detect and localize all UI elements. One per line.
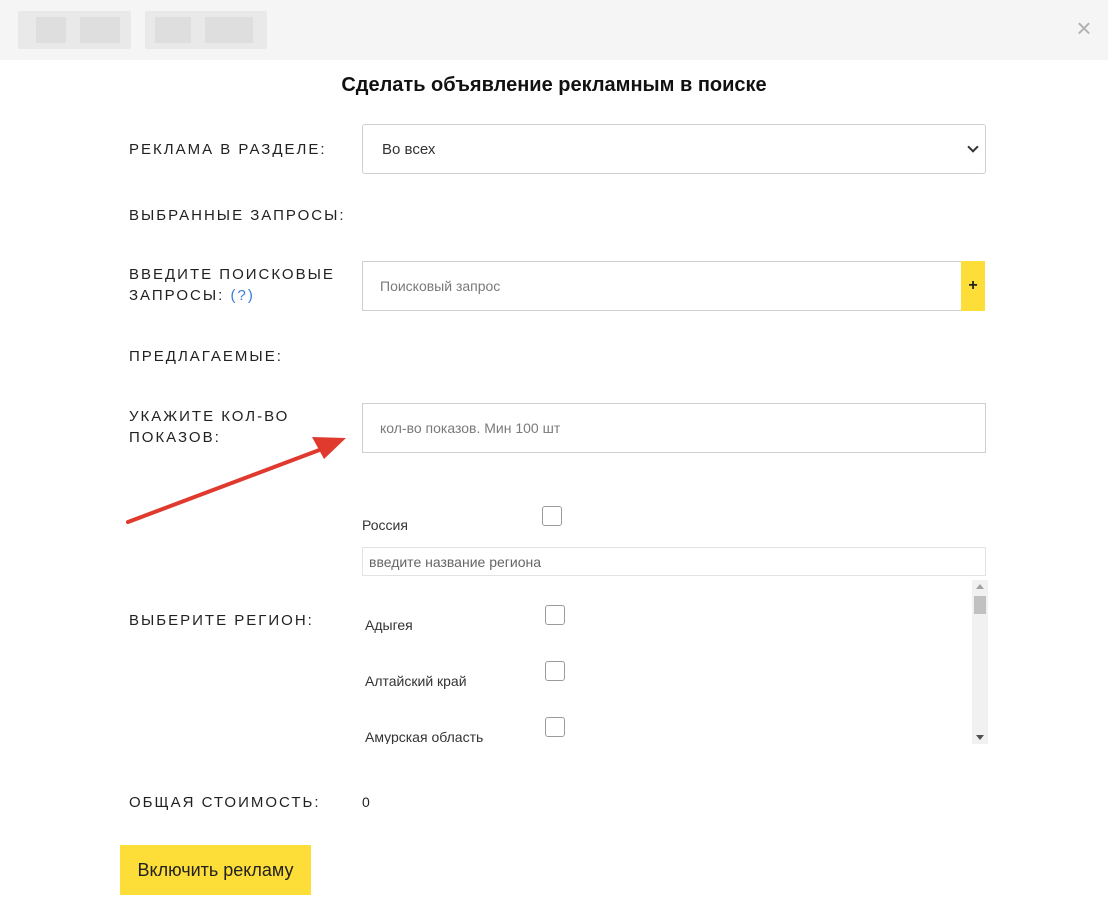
- country-label: Россия: [362, 517, 408, 533]
- total-value: 0: [362, 794, 370, 810]
- region-item-label: Амурская область: [365, 729, 484, 744]
- region-item-label: Адыгея: [365, 617, 413, 633]
- region-search-input[interactable]: введите название региона: [362, 547, 986, 576]
- annotation-arrow: [126, 437, 346, 524]
- region-item-checkbox[interactable]: [545, 717, 565, 737]
- region-list-scrollbar[interactable]: [972, 580, 988, 744]
- scroll-thumb[interactable]: [974, 596, 986, 614]
- region-item-checkbox[interactable]: [545, 605, 565, 625]
- region-item-label: Алтайский край: [365, 673, 467, 689]
- region-label: ВЫБЕРИТЕ РЕГИОН:: [129, 612, 314, 629]
- region-search-placeholder: введите название региона: [369, 554, 541, 570]
- total-label: ОБЩАЯ СТОИМОСТЬ:: [129, 794, 321, 811]
- region-list[interactable]: Адыгея Алтайский край Амурская область: [362, 580, 988, 744]
- scroll-down-icon[interactable]: [976, 735, 984, 740]
- enable-ads-button[interactable]: Включить рекламу: [120, 845, 311, 895]
- region-item-checkbox[interactable]: [545, 661, 565, 681]
- scroll-up-icon[interactable]: [976, 584, 984, 589]
- country-checkbox[interactable]: [542, 506, 562, 526]
